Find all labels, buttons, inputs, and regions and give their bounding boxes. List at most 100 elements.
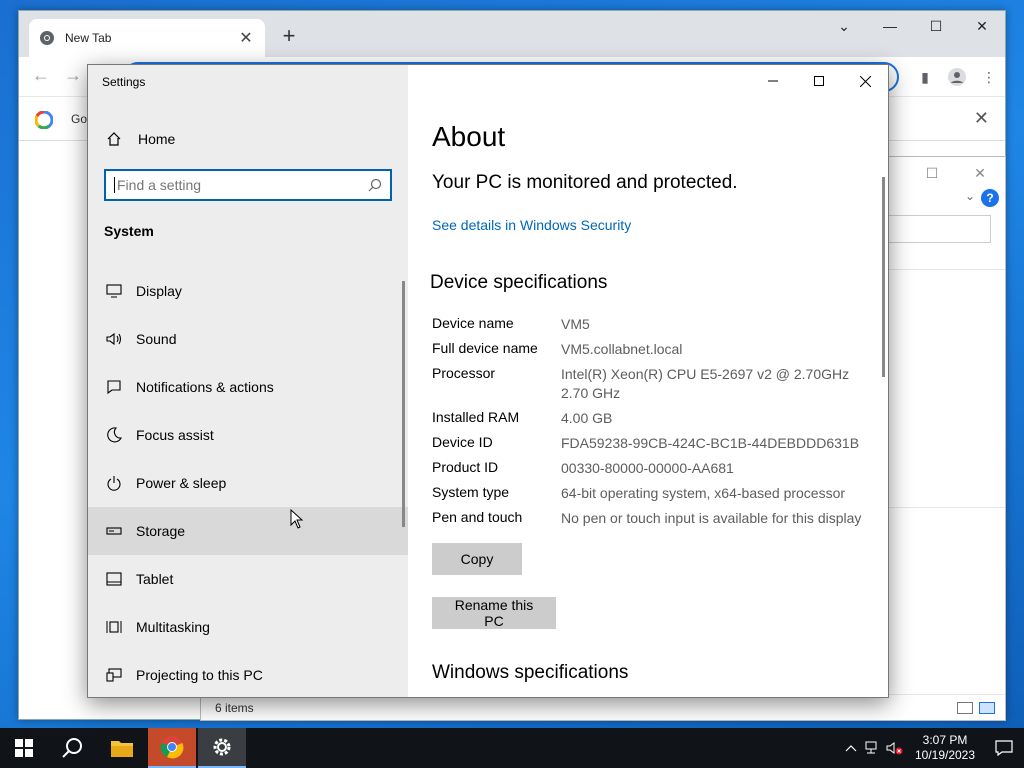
chrome-tab-new-tab[interactable]: New Tab ✕ <box>29 19 265 57</box>
protection-status: Your PC is monitored and protected. <box>432 172 738 193</box>
spec-key: Full device name <box>432 340 538 356</box>
device-specs-table: Device name VM5 Full device name VM5.col… <box>432 315 871 534</box>
close-icon[interactable] <box>842 65 888 97</box>
spec-value: Intel(R) Xeon(R) CPU E5-2697 v2 @ 2.70GH… <box>561 366 850 401</box>
system-tray: 3:07 PM 10/19/2023 <box>840 728 1024 768</box>
sidebar-item-display[interactable]: Display <box>88 267 408 315</box>
spec-value: 00330-80000-00000-AA681 <box>561 460 734 476</box>
spec-key: Device name <box>432 315 514 331</box>
spec-row: System type 64-bit operating system, x64… <box>432 484 871 509</box>
item-count: 6 items <box>215 700 254 715</box>
tab-title: New Tab <box>65 31 112 45</box>
sidebar-scrollbar[interactable] <box>402 281 405 527</box>
sidebar-item-multitasking[interactable]: Multitasking <box>88 603 408 651</box>
explorer-chevron-icon[interactable]: ⌄ <box>965 189 975 203</box>
taskbar-clock[interactable]: 3:07 PM 10/19/2023 <box>906 733 984 763</box>
help-icon[interactable]: ? <box>981 189 999 207</box>
spec-value: 64-bit operating system, x64-based proce… <box>561 485 846 501</box>
sidebar-item-power-sleep[interactable]: Power & sleep <box>88 459 408 507</box>
taskbar: 3:07 PM 10/19/2023 <box>0 728 1024 768</box>
settings-nav-list: Display Sound Notifications & actions Fo… <box>88 267 408 697</box>
taskbar-search-button[interactable] <box>48 728 96 768</box>
home-icon <box>104 129 124 149</box>
large-icons-view-icon[interactable] <box>979 702 995 714</box>
explorer-search-field[interactable] <box>881 215 991 243</box>
search-input[interactable] <box>117 177 368 193</box>
maximize-icon[interactable]: ☐ <box>913 11 959 41</box>
sidebar-item-focus-assist[interactable]: Focus assist <box>88 411 408 459</box>
spec-value: VM5 <box>561 316 590 332</box>
sidebar-item-notifications[interactable]: Notifications & actions <box>88 363 408 411</box>
action-center-button[interactable] <box>984 728 1024 768</box>
settings-window: Settings Home System Display Sound <box>87 64 889 698</box>
settings-window-controls <box>750 65 888 97</box>
side-panel-icon[interactable]: ▮ <box>909 63 941 91</box>
spec-row: Device ID FDA59238-99CB-424C-BC1B-44DEBD… <box>432 434 871 459</box>
minimize-icon[interactable]: — <box>867 11 913 41</box>
spec-value: VM5.collabnet.local <box>561 341 683 357</box>
search-icon <box>62 738 82 758</box>
spec-key: System type <box>432 484 510 500</box>
sidebar-item-projecting[interactable]: Projecting to this PC <box>88 651 408 697</box>
maximize-icon[interactable] <box>796 65 842 97</box>
tablet-icon <box>104 569 124 589</box>
device-specs-heading: Device specifications <box>430 272 608 293</box>
spec-key: Product ID <box>432 459 499 475</box>
menu-kebab-icon[interactable]: ⋮ <box>973 63 1005 91</box>
minimize-icon[interactable] <box>750 65 796 97</box>
chrome-icon <box>160 736 184 759</box>
profile-icon[interactable] <box>941 63 973 91</box>
chrome-taskbar-button[interactable] <box>148 728 196 768</box>
sidebar-item-label: Power & sleep <box>136 475 227 491</box>
sidebar-item-storage[interactable]: Storage <box>88 507 408 555</box>
sidebar-item-tablet[interactable]: Tablet <box>88 555 408 603</box>
sidebar-item-sound[interactable]: Sound <box>88 315 408 363</box>
spec-row: Device name VM5 <box>432 315 871 340</box>
volume-muted-icon[interactable] <box>884 728 906 768</box>
spec-row: Processor Intel(R) Xeon(R) CPU E5-2697 v… <box>432 365 871 409</box>
bookmark-label[interactable]: Go <box>71 112 87 126</box>
focus-assist-icon <box>104 425 124 445</box>
sidebar-item-label: Sound <box>136 331 177 347</box>
settings-taskbar-button[interactable] <box>198 728 246 768</box>
sidebar-item-label: Storage <box>136 523 186 539</box>
spec-row: Product ID 00330-80000-00000-AA681 <box>432 459 871 484</box>
text-caret <box>114 177 115 193</box>
view-toggle <box>957 702 995 714</box>
notifications-icon <box>104 377 124 397</box>
settings-search[interactable] <box>104 169 392 201</box>
explorer-close-icon[interactable]: ✕ <box>957 161 1003 185</box>
spec-value: No pen or touch input is available for t… <box>561 510 862 526</box>
explorer-maximize-icon[interactable]: ☐ <box>909 161 955 185</box>
chevron-down-icon[interactable]: ⌄ <box>821 11 867 41</box>
spec-key: Pen and touch <box>432 509 523 525</box>
close-icon[interactable]: ✕ <box>959 11 1005 41</box>
new-tab-button[interactable]: + <box>277 25 301 49</box>
start-button[interactable] <box>0 728 48 768</box>
chevron-up-icon[interactable] <box>840 728 862 768</box>
bookmarks-close-icon[interactable]: ✕ <box>974 108 989 129</box>
clock-date: 10/19/2023 <box>914 748 976 762</box>
gear-icon <box>213 738 231 756</box>
spec-row: Installed RAM 4.00 GB <box>432 409 871 434</box>
toolbar-right: ▮ ⋮ <box>909 63 1005 91</box>
sidebar-item-label: Projecting to this PC <box>136 667 263 683</box>
rename-pc-button[interactable]: Rename this PC <box>432 597 556 629</box>
copy-button[interactable]: Copy <box>432 543 522 575</box>
content-scrollbar[interactable] <box>882 177 885 377</box>
sound-icon <box>104 329 124 349</box>
tab-close-icon[interactable]: ✕ <box>237 28 255 48</box>
windows-security-link[interactable]: See details in Windows Security <box>432 217 631 233</box>
file-explorer-taskbar-button[interactable] <box>98 728 146 768</box>
forward-icon[interactable]: → <box>61 65 85 86</box>
chrome-favicon-icon <box>40 31 54 45</box>
sidebar-item-label: Focus assist <box>136 427 214 443</box>
back-icon[interactable]: ← <box>29 65 53 86</box>
mouse-cursor-icon <box>290 509 304 529</box>
sidebar-item-label: Multitasking <box>136 619 210 635</box>
home-nav-item[interactable]: Home <box>104 129 175 149</box>
details-view-icon[interactable] <box>957 702 973 714</box>
spec-key: Installed RAM <box>432 409 520 425</box>
network-icon[interactable] <box>862 728 884 768</box>
spec-key: Device ID <box>432 434 493 450</box>
